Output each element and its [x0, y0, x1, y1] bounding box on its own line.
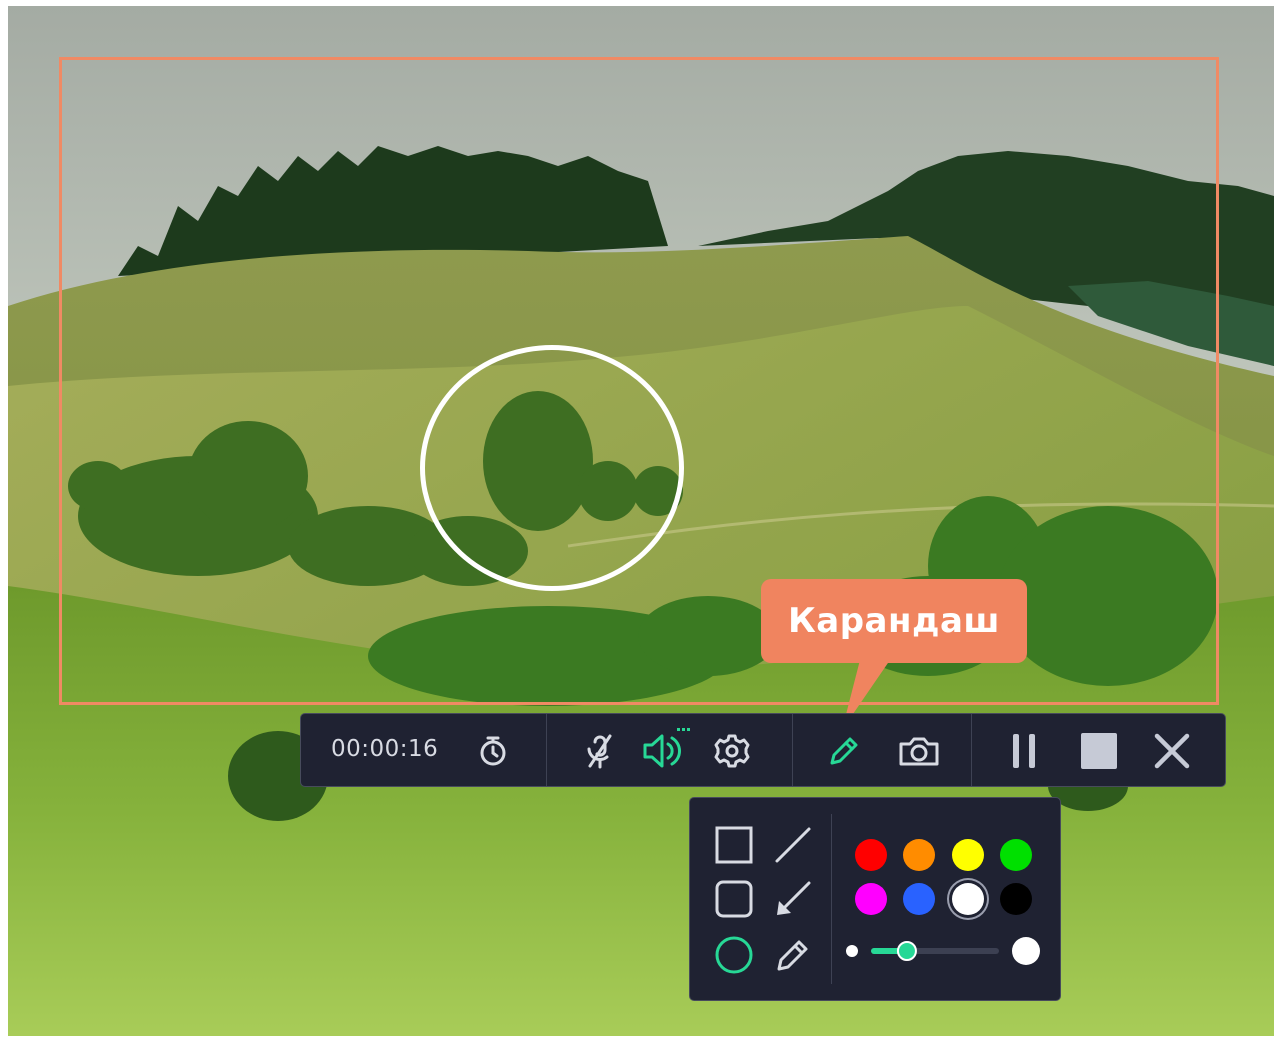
drawing-tools-panel	[689, 797, 1061, 1001]
speaker-icon[interactable]	[641, 728, 691, 774]
close-icon[interactable]	[1151, 730, 1193, 772]
pencil-tool[interactable]	[770, 932, 816, 978]
toolbar-divider	[971, 714, 972, 786]
ellipse-icon	[715, 936, 753, 974]
color-swatch-magenta[interactable]	[855, 883, 887, 915]
ellipse-tool[interactable]	[711, 932, 757, 978]
rounded-rectangle-tool[interactable]	[711, 876, 757, 922]
microphone-muted-icon[interactable]	[579, 730, 621, 772]
pause-icon[interactable]	[1003, 730, 1045, 772]
pencil-icon	[777, 940, 808, 971]
toolbar-divider	[546, 714, 547, 786]
brush-size-slider[interactable]	[844, 936, 1046, 966]
color-swatch-green[interactable]	[1000, 839, 1032, 871]
pencil-icon[interactable]	[823, 730, 865, 772]
tooltip: Карандаш	[761, 579, 1027, 663]
line-tool[interactable]	[770, 822, 816, 868]
elapsed-time: 00:00:16	[331, 736, 439, 762]
drawn-ellipse-annotation	[420, 345, 684, 591]
rounded-rectangle-icon	[715, 880, 753, 918]
arrow-tool[interactable]	[770, 876, 816, 922]
toolbar-divider	[792, 714, 793, 786]
large-size-indicator	[1012, 937, 1040, 965]
color-swatch-white[interactable]	[952, 883, 984, 915]
slider-thumb	[896, 941, 917, 961]
color-swatch-orange[interactable]	[903, 839, 935, 871]
panel-divider	[831, 814, 832, 984]
color-swatch-yellow[interactable]	[952, 839, 984, 871]
rectangle-tool[interactable]	[711, 822, 757, 868]
color-swatch-black[interactable]	[1000, 883, 1032, 915]
stopwatch-icon[interactable]	[473, 731, 513, 771]
gear-icon[interactable]	[711, 731, 753, 771]
arrow-icon	[777, 881, 811, 915]
line-icon	[775, 827, 811, 863]
color-swatch-red[interactable]	[855, 839, 887, 871]
color-swatch-blue[interactable]	[903, 883, 935, 915]
camera-icon[interactable]	[895, 730, 943, 772]
rectangle-icon	[715, 826, 753, 864]
stop-icon[interactable]	[1078, 730, 1120, 772]
small-size-indicator	[846, 945, 858, 957]
recording-toolbar: 00:00:16	[300, 713, 1226, 787]
